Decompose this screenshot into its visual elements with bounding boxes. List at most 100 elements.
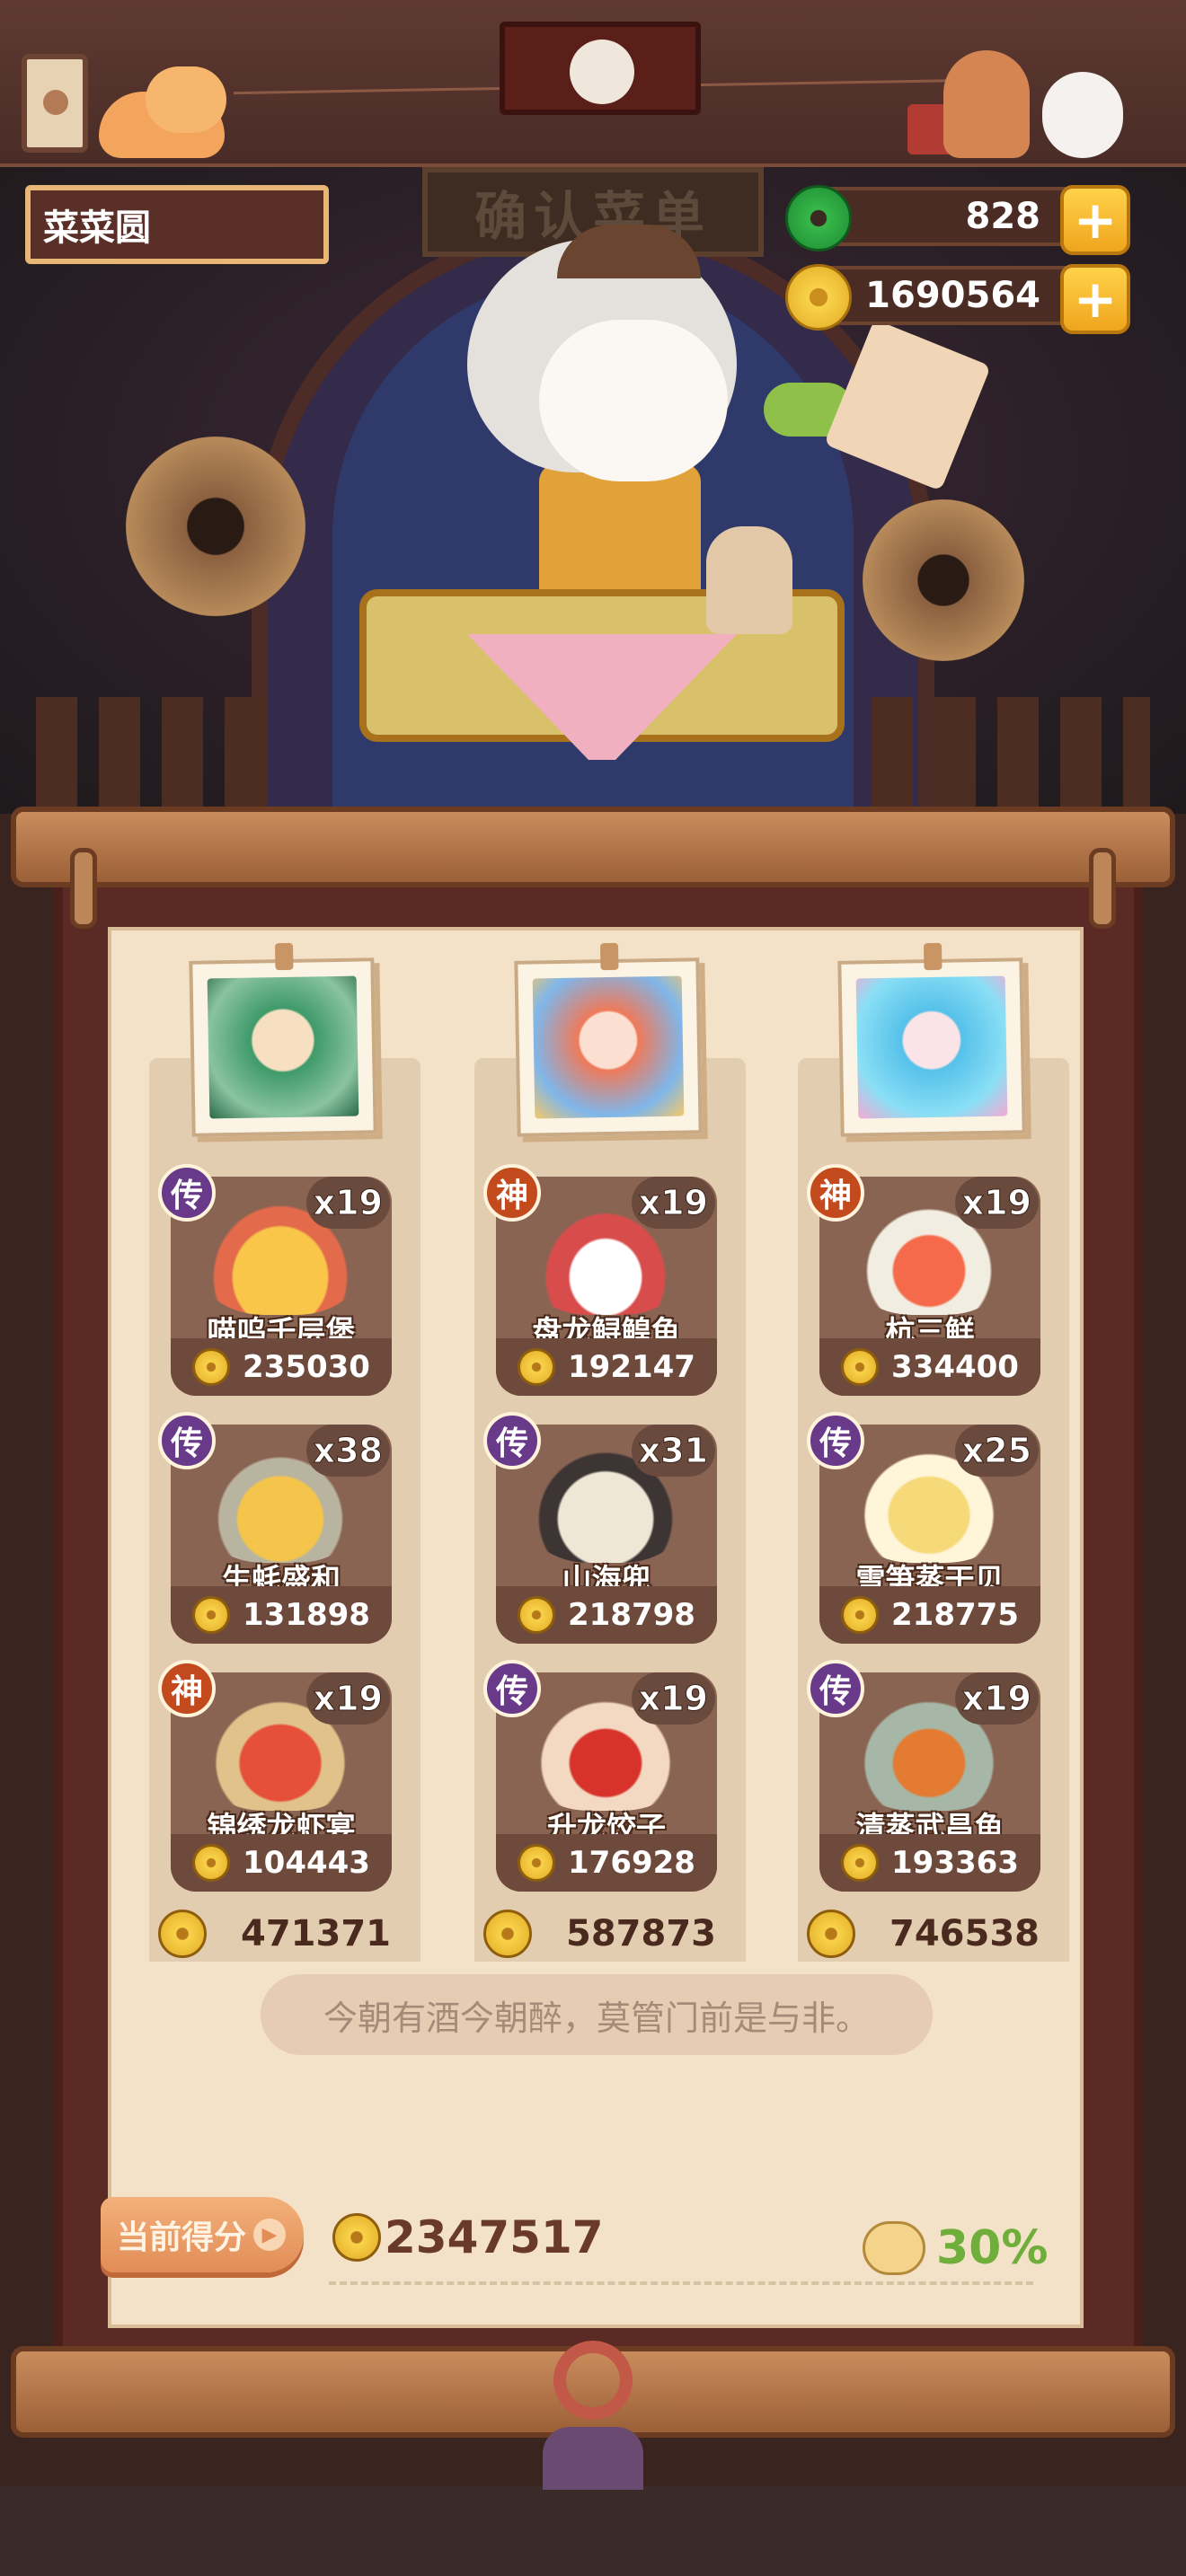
judge-face xyxy=(539,320,728,481)
customer-total-value: 471371 xyxy=(241,1913,391,1954)
dish-card[interactable]: 神 x19 杭三鲜 334400 xyxy=(807,1164,1040,1396)
coin-icon xyxy=(192,1844,231,1882)
coin-value: 1690564 xyxy=(865,275,1040,316)
dish-card[interactable]: 神 x19 盘龙鲟鳇鱼 192147 xyxy=(483,1164,717,1396)
coin-icon xyxy=(518,1348,556,1386)
coin-icon xyxy=(158,1910,207,1958)
owl-sign-icon xyxy=(500,22,701,115)
add-jade-button[interactable]: + xyxy=(1060,185,1130,255)
dish-price: 334400 xyxy=(891,1349,1019,1385)
dish-price-bar: 218798 xyxy=(496,1586,717,1644)
dish-quantity: x19 xyxy=(305,1672,390,1725)
coin-icon xyxy=(807,1910,855,1958)
customer-total-value: 746538 xyxy=(890,1913,1040,1954)
dish-quantity: x19 xyxy=(631,1672,715,1725)
fence-right xyxy=(872,697,1150,814)
total-score: 2347517 xyxy=(332,2206,604,2269)
player-name: 菜菜圆 xyxy=(43,207,151,249)
dish-quantity: x19 xyxy=(631,1177,715,1229)
coin-icon xyxy=(841,1596,880,1634)
dish-price-bar: 218775 xyxy=(819,1586,1040,1644)
lucky-pig-icon xyxy=(863,2221,925,2275)
quote-banner: 今朝有酒今朝醉，莫管门前是与非。 xyxy=(261,1974,933,2055)
dish-price-bar: 334400 xyxy=(819,1338,1040,1396)
customer-column-2: 神 x19 盘龙鲟鳇鱼 192147 传 x31 山海兜 218798 传 x1… xyxy=(474,942,746,1962)
rarity-badge: 神 xyxy=(807,1164,864,1222)
coin-icon xyxy=(192,1348,231,1386)
dish-price: 218775 xyxy=(891,1597,1019,1633)
jade-coin-icon xyxy=(785,185,852,251)
customer-avatar xyxy=(855,975,1008,1119)
customer-column-1: 传 x19 喵呜千层堡 235030 传 x38 生蚝盛和 131898 神 x… xyxy=(149,942,420,1962)
dish-price-bar: 193363 xyxy=(819,1834,1040,1892)
judge-robe xyxy=(539,463,701,598)
dish-price-bar: 235030 xyxy=(171,1338,392,1396)
characters-decoration xyxy=(907,50,1132,162)
customer-total-value: 587873 xyxy=(566,1913,716,1954)
customer-portrait-2[interactable] xyxy=(514,942,703,1137)
dish-card[interactable]: 传 x19 清蒸武昌鱼 193363 xyxy=(807,1660,1040,1892)
current-score-label: 当前得分 xyxy=(117,2219,247,2256)
rarity-badge: 神 xyxy=(483,1164,541,1222)
rarity-badge: 传 xyxy=(483,1412,541,1469)
dish-price: 176928 xyxy=(568,1845,695,1881)
player-name-plate[interactable]: 菜菜圆 xyxy=(25,185,329,264)
dish-card[interactable]: 传 x38 生蚝盛和 131898 xyxy=(158,1412,392,1644)
rarity-badge: 传 xyxy=(807,1660,864,1717)
add-coins-button[interactable]: + xyxy=(1060,264,1130,334)
customer-total: 471371 xyxy=(149,1906,420,1962)
coin-icon xyxy=(518,1596,556,1634)
dish-card[interactable]: 传 x31 山海兜 218798 xyxy=(483,1412,717,1644)
customer-portrait-3[interactable] xyxy=(837,942,1026,1137)
dish-quantity: x25 xyxy=(954,1425,1039,1477)
dish-card[interactable]: 传 x19 升龙饺子 176928 xyxy=(483,1660,717,1892)
bottom-bar xyxy=(0,2486,1186,2576)
dish-card[interactable]: 传 x19 喵呜千层堡 235030 xyxy=(158,1164,392,1396)
jade-currency-bar: 828 + xyxy=(785,185,1130,255)
customer-portrait-1[interactable] xyxy=(189,942,377,1137)
fan-right-decoration xyxy=(863,499,1024,661)
orange-cat-mascot xyxy=(99,66,234,160)
rarity-badge: 传 xyxy=(158,1164,216,1222)
customer-avatar xyxy=(532,975,685,1119)
coin-currency-bar: 1690564 + xyxy=(785,264,1130,334)
gold-coin-icon xyxy=(785,264,852,331)
coin-icon xyxy=(841,1844,880,1882)
paw-scroll-icon[interactable] xyxy=(22,54,88,153)
coin-icon xyxy=(483,1910,532,1958)
current-score-button[interactable]: 当前得分 ▶ xyxy=(101,2197,304,2272)
rarity-badge: 传 xyxy=(807,1412,864,1469)
dish-quantity: x19 xyxy=(305,1177,390,1229)
dish-price-bar: 192147 xyxy=(496,1338,717,1396)
customer-total: 746538 xyxy=(798,1906,1069,1962)
dish-price: 235030 xyxy=(243,1349,370,1385)
bonus-percent: 30% xyxy=(936,2221,1049,2275)
dish-quantity: x19 xyxy=(954,1177,1039,1229)
rarity-badge: 神 xyxy=(158,1660,216,1717)
dish-price-bar: 104443 xyxy=(171,1834,392,1892)
fence-left xyxy=(36,697,288,814)
dish-price: 104443 xyxy=(243,1845,370,1881)
customer-total: 587873 xyxy=(474,1906,746,1962)
dish-quantity: x19 xyxy=(954,1672,1039,1725)
top-bar xyxy=(0,0,1186,167)
score-divider xyxy=(329,2281,1033,2285)
dish-price: 218798 xyxy=(568,1597,695,1633)
jade-value: 828 xyxy=(965,196,1041,237)
dish-price: 131898 xyxy=(243,1597,370,1633)
total-score-value: 2347517 xyxy=(385,2211,604,2263)
paw-icon xyxy=(43,90,68,115)
dish-card[interactable]: 神 x19 锦绣龙虾宴 104443 xyxy=(158,1660,392,1892)
customer-avatar xyxy=(207,975,359,1119)
quote-text: 今朝有酒今朝醉，莫管门前是与非。 xyxy=(323,1998,870,2038)
coin-icon xyxy=(518,1844,556,1882)
coin-icon xyxy=(192,1596,231,1634)
bonus-indicator: 30% xyxy=(863,2215,1048,2281)
dish-card[interactable]: 传 x25 雪笋蒸干贝 218775 xyxy=(807,1412,1040,1644)
dish-price: 192147 xyxy=(568,1349,695,1385)
chinese-knot-icon xyxy=(527,2341,659,2490)
dish-quantity: x38 xyxy=(305,1425,390,1477)
restaurant-scene: 确认菜单 xyxy=(0,167,1186,814)
dish-price-bar: 176928 xyxy=(496,1834,717,1892)
dish-price: 193363 xyxy=(891,1845,1019,1881)
